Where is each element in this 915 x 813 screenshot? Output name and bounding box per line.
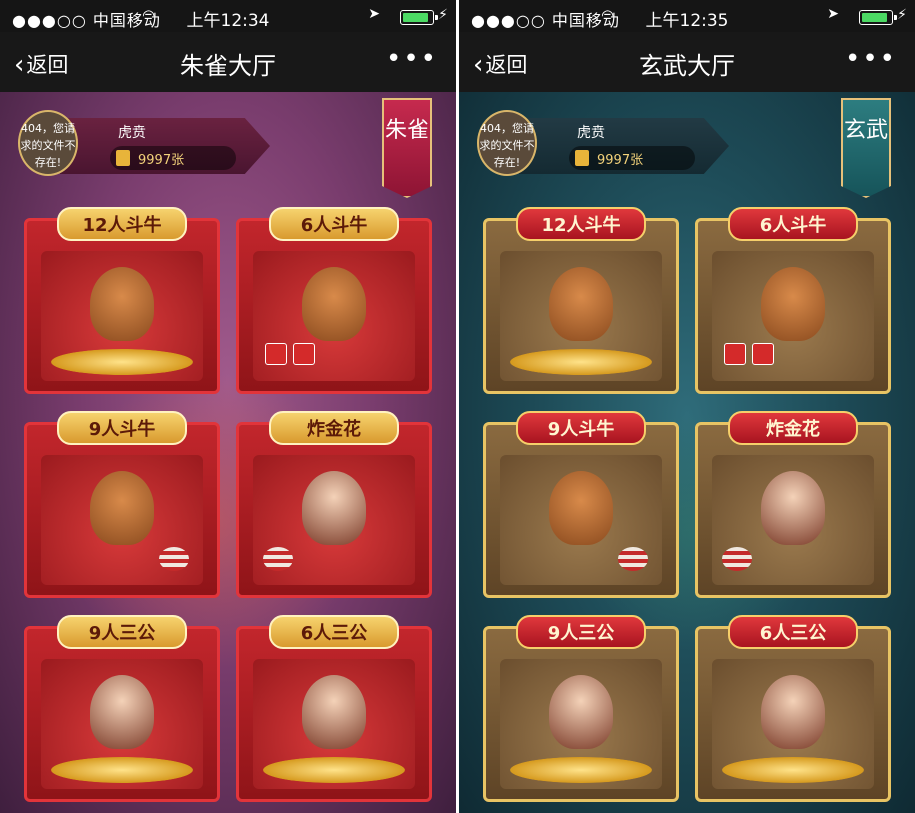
more-dots-icon[interactable]: ••• — [386, 44, 438, 74]
user-info: 404，您请求的文件不存在! 虎贲 9997张 — [18, 108, 278, 178]
game-art — [41, 251, 203, 381]
location-arrow-icon: ➤ — [827, 6, 839, 22]
room-card-balance: 9997张 — [110, 146, 236, 170]
location-arrow-icon: ➤ — [368, 6, 380, 22]
status-bar: ●●●○○ 中国移动 ◠ 上午12:35 ➤ ⚡ — [459, 0, 915, 32]
girl-mascot-icon — [761, 675, 825, 749]
game-art — [500, 455, 662, 585]
avatar[interactable]: 404，您请求的文件不存在! — [477, 110, 537, 176]
dice-icon — [265, 343, 287, 365]
game-card[interactable]: 9人三公 — [483, 615, 679, 802]
game-card[interactable]: 9人三公 — [24, 615, 220, 802]
coins-icon — [722, 757, 864, 783]
game-label: 12人斗牛 — [57, 207, 187, 241]
room-card-balance: 9997张 — [569, 146, 695, 170]
phone-xuanwu: ●●●○○ 中国移动 ◠ 上午12:35 ➤ ⚡ ‹返回 玄武大厅 ••• 40… — [459, 0, 915, 813]
lobby-content: 404，您请求的文件不存在! 虎贲 9997张 朱雀 12人斗牛 6人斗牛 9人… — [0, 92, 456, 813]
status-bar: ●●●○○ 中国移动 ◠ 上午12:34 ➤ ⚡ — [0, 0, 456, 32]
game-label: 9人三公 — [57, 615, 187, 649]
battery-fill — [403, 13, 428, 22]
clock: 上午12:34 — [186, 11, 270, 31]
chips-icon — [159, 547, 189, 571]
game-label: 6人斗牛 — [728, 207, 858, 241]
coins-icon — [51, 349, 193, 375]
lobby-content: 404，您请求的文件不存在! 虎贲 9997张 玄武 12人斗牛 6人斗牛 9人… — [459, 92, 915, 813]
dice-icon — [752, 343, 774, 365]
bull-mascot-icon — [90, 267, 154, 341]
game-label: 炸金花 — [269, 411, 399, 445]
user-info: 404，您请求的文件不存在! 虎贲 9997张 — [477, 108, 737, 178]
game-art — [712, 455, 874, 585]
charging-bolt-icon: ⚡ — [438, 7, 448, 23]
bull-mascot-icon — [90, 471, 154, 545]
hall-ribbon: 朱雀 — [382, 98, 432, 198]
bull-mascot-icon — [549, 471, 613, 545]
game-label: 6人三公 — [728, 615, 858, 649]
chips-icon — [722, 547, 752, 571]
bull-mascot-icon — [761, 267, 825, 341]
game-art — [253, 251, 415, 381]
nav-bar: ‹返回 朱雀大厅 ••• — [0, 32, 456, 92]
room-card-count: 9997张 — [138, 153, 185, 168]
game-art — [253, 455, 415, 585]
girl-mascot-icon — [761, 471, 825, 545]
avatar[interactable]: 404，您请求的文件不存在! — [18, 110, 78, 176]
game-card[interactable]: 9人斗牛 — [24, 411, 220, 598]
game-card[interactable]: 12人斗牛 — [483, 207, 679, 394]
coins-icon — [51, 757, 193, 783]
game-label: 9人斗牛 — [516, 411, 646, 445]
bull-mascot-icon — [302, 267, 366, 341]
chips-icon — [263, 547, 293, 571]
game-label: 6人斗牛 — [269, 207, 399, 241]
game-art — [253, 659, 415, 789]
hall-ribbon: 玄武 — [841, 98, 891, 198]
battery-icon — [400, 10, 438, 25]
coins-icon — [510, 349, 652, 375]
battery-icon — [859, 10, 897, 25]
game-art — [500, 659, 662, 789]
clock: 上午12:35 — [645, 11, 729, 31]
girl-mascot-icon — [549, 675, 613, 749]
game-label: 炸金花 — [728, 411, 858, 445]
game-label: 9人斗牛 — [57, 411, 187, 445]
room-card-icon — [575, 150, 589, 166]
girl-mascot-icon — [302, 471, 366, 545]
dice-icon — [724, 343, 746, 365]
game-art — [41, 455, 203, 585]
game-art — [500, 251, 662, 381]
game-card[interactable]: 12人斗牛 — [24, 207, 220, 394]
game-card[interactable]: 6人三公 — [236, 615, 432, 802]
game-art — [41, 659, 203, 789]
chips-icon — [618, 547, 648, 571]
coins-icon — [263, 757, 405, 783]
game-card[interactable]: 6人三公 — [695, 615, 891, 802]
game-label: 9人三公 — [516, 615, 646, 649]
game-card[interactable]: 6人斗牛 — [236, 207, 432, 394]
charging-bolt-icon: ⚡ — [897, 7, 907, 23]
phone-zhuque: ●●●○○ 中国移动 ◠ 上午12:34 ➤ ⚡ ‹返回 朱雀大厅 ••• 40… — [0, 0, 456, 813]
game-art — [712, 251, 874, 381]
girl-mascot-icon — [302, 675, 366, 749]
game-label: 12人斗牛 — [516, 207, 646, 241]
more-dots-icon[interactable]: ••• — [845, 44, 897, 74]
dice-icon — [293, 343, 315, 365]
nav-bar: ‹返回 玄武大厅 ••• — [459, 32, 915, 92]
game-card[interactable]: 炸金花 — [236, 411, 432, 598]
girl-mascot-icon — [90, 675, 154, 749]
room-card-count: 9997张 — [597, 153, 644, 168]
coins-icon — [510, 757, 652, 783]
user-name: 虎贲 — [118, 125, 146, 141]
bull-mascot-icon — [549, 267, 613, 341]
room-card-icon — [116, 150, 130, 166]
user-name: 虎贲 — [577, 125, 605, 141]
game-card[interactable]: 炸金花 — [695, 411, 891, 598]
game-card[interactable]: 9人斗牛 — [483, 411, 679, 598]
game-card[interactable]: 6人斗牛 — [695, 207, 891, 394]
battery-fill — [862, 13, 887, 22]
game-label: 6人三公 — [269, 615, 399, 649]
game-art — [712, 659, 874, 789]
